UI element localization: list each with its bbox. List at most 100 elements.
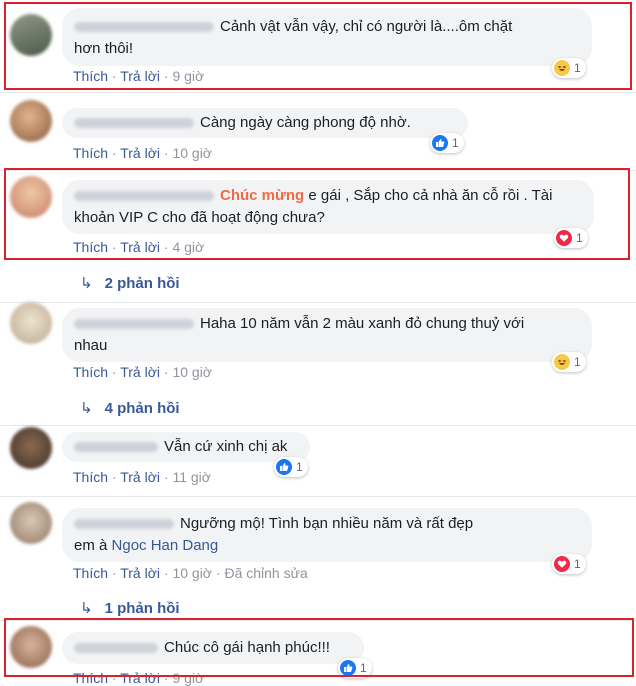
avatar[interactable] — [10, 502, 52, 544]
view-replies-link[interactable]: ↳ 4 phản hồi — [80, 399, 180, 417]
reaction-summary[interactable]: 1 — [274, 457, 308, 477]
like-link[interactable]: Thích — [73, 565, 108, 581]
comment-text: e gái , Sắp cho cả nhà ăn cỗ rồi . Tài — [304, 187, 553, 204]
reaction-summary[interactable]: 1 — [430, 133, 464, 153]
separator: · — [163, 670, 169, 686]
comment-text: Cảnh vật vẫn vậy, chỉ có người là....ôm … — [220, 18, 513, 35]
comment-bubble: Vẫn cứ xinh chị ak — [62, 432, 310, 462]
separator: · — [111, 364, 117, 380]
separator: · — [111, 469, 117, 485]
author-name-redacted[interactable] — [74, 442, 158, 453]
comment-actions: Thích · Trả lời · 10 giờ — [73, 364, 212, 380]
separator: · — [111, 565, 117, 581]
reply-link[interactable]: Trả lời — [120, 670, 160, 686]
highlight-text: Chúc mừng — [220, 187, 305, 204]
comment-bubble: Haha 10 năm vẫn 2 màu xanh đỏ chung thuỷ… — [62, 308, 592, 362]
mention-link[interactable]: Ngoc Han Dang — [112, 537, 219, 554]
avatar[interactable] — [10, 14, 52, 56]
separator: · — [163, 364, 169, 380]
reply-link[interactable]: Trả lời — [120, 469, 160, 485]
comment-text-continued: khoản VIP C cho đã hoạt động chưa? — [74, 209, 325, 226]
reaction-summary[interactable]: 1 — [338, 658, 372, 678]
reaction-count: 1 — [574, 355, 581, 369]
haha-reaction-icon — [554, 60, 570, 76]
divider — [0, 302, 636, 303]
avatar[interactable] — [10, 302, 52, 344]
separator: · — [163, 469, 169, 485]
author-name-redacted[interactable] — [74, 22, 214, 33]
edited-label[interactable]: Đã chỉnh sửa — [224, 565, 307, 581]
comment-bubble: Chúc cô gái hạnh phúc!!! — [62, 632, 364, 664]
reaction-count: 1 — [360, 661, 367, 675]
timestamp[interactable]: 11 giờ — [172, 469, 211, 485]
reaction-summary[interactable]: 1 — [552, 554, 586, 574]
reply-link[interactable]: Trả lời — [120, 239, 160, 255]
separator: · — [215, 565, 221, 581]
author-name-redacted[interactable] — [74, 643, 158, 654]
timestamp[interactable]: 10 giờ — [172, 145, 212, 161]
comment-actions: Thích · Trả lời · 10 giờ · Đã chỉnh sửa — [73, 565, 308, 581]
reaction-count: 1 — [296, 460, 303, 474]
thumbs-up-icon — [340, 660, 356, 676]
view-replies-link[interactable]: ↳ 2 phản hồi — [80, 274, 180, 292]
reaction-count: 1 — [452, 136, 459, 150]
reply-arrow-icon: ↳ — [80, 400, 93, 417]
reaction-summary[interactable]: 1 — [554, 228, 588, 248]
thumbs-up-icon — [432, 135, 448, 151]
separator: · — [163, 239, 169, 255]
like-link[interactable]: Thích — [73, 239, 108, 255]
comment-actions: Thích · Trả lời · 4 giờ — [73, 239, 204, 255]
comment-actions: Thích · Trả lời · 11 giờ — [73, 469, 211, 485]
reaction-count: 1 — [576, 231, 583, 245]
author-name-redacted[interactable] — [74, 519, 174, 530]
like-link[interactable]: Thích — [73, 670, 108, 686]
like-link[interactable]: Thích — [73, 469, 108, 485]
haha-reaction-icon — [554, 354, 570, 370]
reaction-count: 1 — [574, 61, 581, 75]
author-name-redacted[interactable] — [74, 191, 214, 202]
reaction-count: 1 — [574, 557, 581, 571]
comment-bubble: Càng ngày càng phong độ nhờ. — [62, 108, 468, 138]
divider — [0, 620, 636, 621]
reply-arrow-icon: ↳ — [80, 275, 93, 292]
reaction-summary[interactable]: 1 — [552, 58, 586, 78]
timestamp[interactable]: 9 giờ — [172, 68, 204, 84]
separator: · — [111, 239, 117, 255]
divider — [0, 92, 636, 93]
reply-link[interactable]: Trả lời — [120, 68, 160, 84]
avatar[interactable] — [10, 176, 52, 218]
comment-bubble: Cảnh vật vẫn vậy, chỉ có người là....ôm … — [62, 8, 592, 66]
like-link[interactable]: Thích — [73, 68, 108, 84]
divider — [0, 496, 636, 497]
replies-count: 2 phản hồi — [104, 275, 180, 292]
separator: · — [163, 145, 169, 161]
comment-text: Ngưỡng mộ! Tình bạn nhiều năm và rất đẹp — [180, 515, 474, 532]
thumbs-up-icon — [276, 459, 292, 475]
avatar[interactable] — [10, 427, 52, 469]
comment-bubble: Ngưỡng mộ! Tình bạn nhiều năm và rất đẹp… — [62, 508, 592, 562]
heart-reaction-icon — [556, 230, 572, 246]
comment-text-prefix: em à — [74, 537, 112, 554]
heart-reaction-icon — [554, 556, 570, 572]
timestamp[interactable]: 9 giờ — [172, 670, 204, 686]
like-link[interactable]: Thích — [73, 145, 108, 161]
author-name-redacted[interactable] — [74, 319, 194, 330]
reply-link[interactable]: Trả lời — [120, 145, 160, 161]
replies-count: 4 phản hồi — [104, 400, 180, 417]
reply-link[interactable]: Trả lời — [120, 364, 160, 380]
comment-actions: Thích · Trả lời · 9 giờ — [73, 670, 204, 686]
comment-text: Haha 10 năm vẫn 2 màu xanh đỏ chung thuỷ… — [200, 315, 525, 332]
author-name-redacted[interactable] — [74, 118, 194, 129]
timestamp[interactable]: 4 giờ — [172, 239, 204, 255]
avatar[interactable] — [10, 100, 52, 142]
comment-text: Chúc cô gái hạnh phúc!!! — [164, 639, 330, 656]
like-link[interactable]: Thích — [73, 364, 108, 380]
timestamp[interactable]: 10 giờ — [172, 565, 212, 581]
avatar[interactable] — [10, 626, 52, 668]
view-replies-link[interactable]: ↳ 1 phản hồi — [80, 599, 180, 617]
reply-link[interactable]: Trả lời — [120, 565, 160, 581]
timestamp[interactable]: 10 giờ — [172, 364, 212, 380]
separator: · — [163, 565, 169, 581]
reaction-summary[interactable]: 1 — [552, 352, 586, 372]
comment-text-continued: hơn thôi! — [74, 40, 134, 57]
